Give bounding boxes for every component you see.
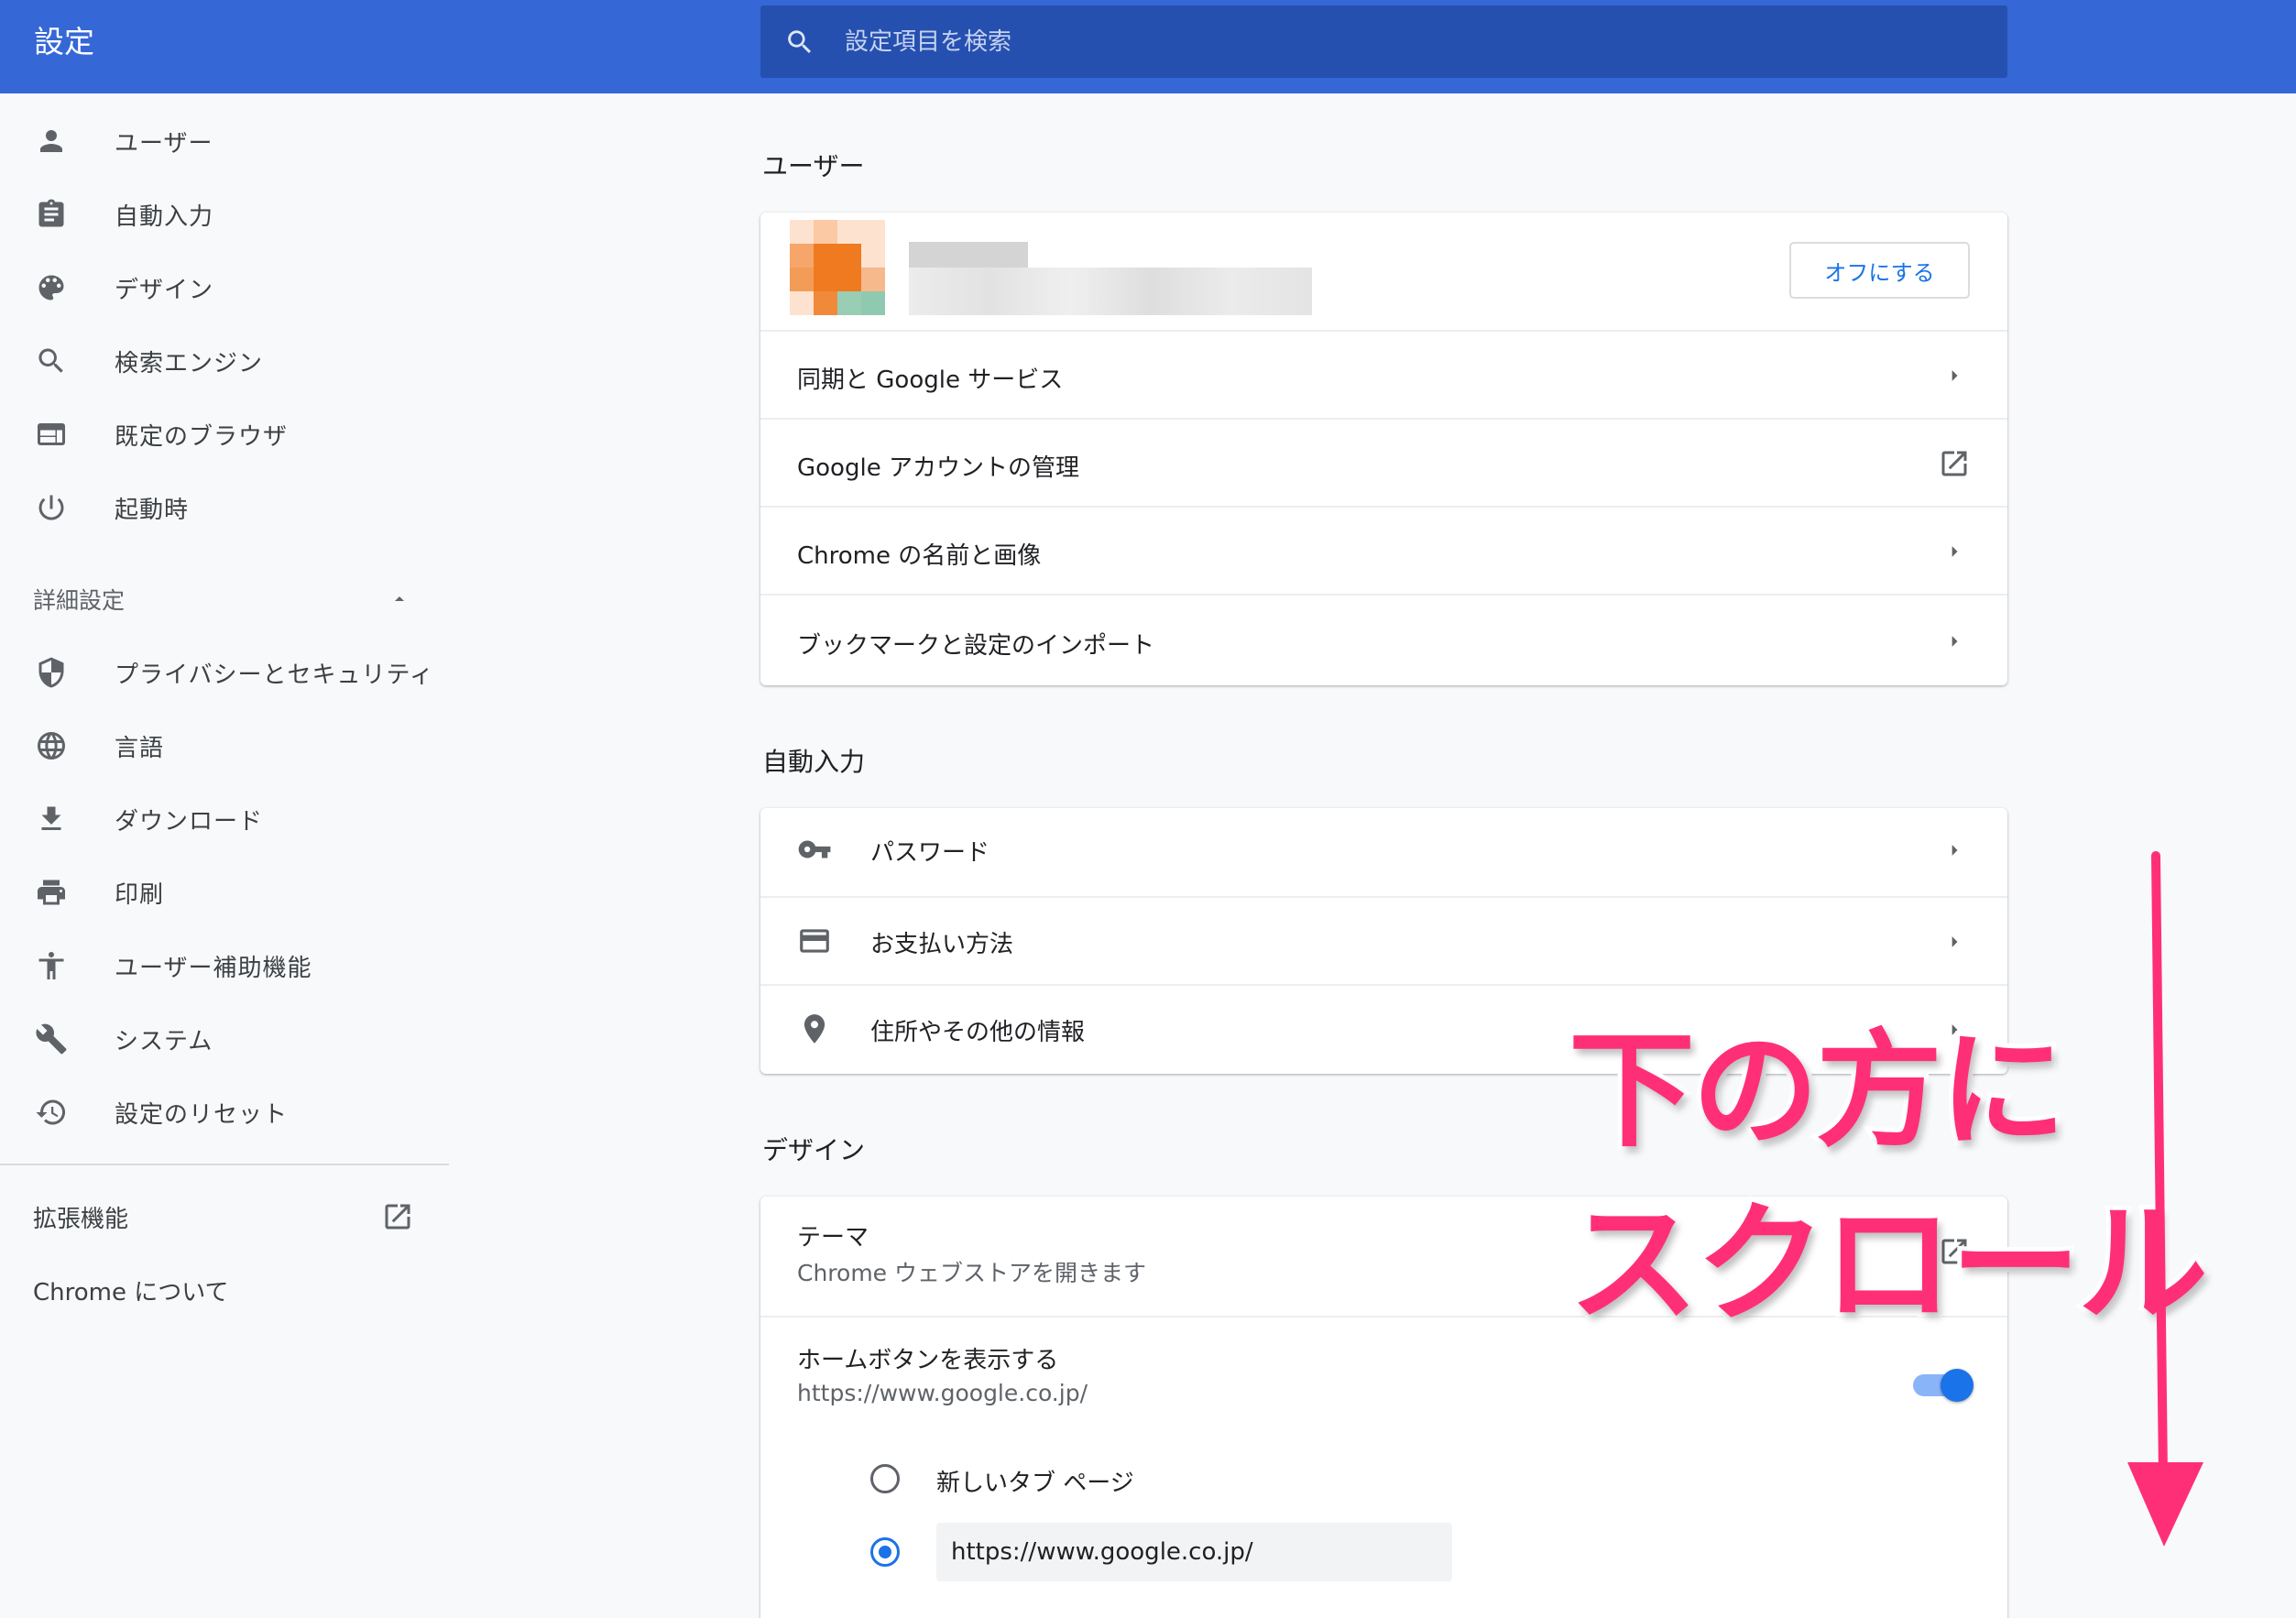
sidebar-item-search-engine[interactable]: 検索エンジン — [0, 328, 449, 394]
key-icon — [798, 840, 831, 858]
row-label: お支払い方法 — [870, 931, 1014, 958]
sidebar-item-label: ダウンロード — [115, 807, 264, 836]
download-icon — [41, 806, 61, 830]
sidebar-item-downloads[interactable]: ダウンロード — [0, 786, 449, 852]
row-label: ブックマークと設定のインポート — [797, 632, 1155, 660]
open-in-new-icon — [385, 1204, 410, 1230]
toggle-knob — [1941, 1369, 1973, 1402]
section-title-autofill: 自動入力 — [762, 747, 866, 777]
row-passwords[interactable]: パスワード — [760, 808, 2007, 896]
user-card: オフにする 同期と Google サービス Google アカウントの管理 Ch… — [760, 213, 2007, 685]
arrow-right-icon — [1952, 845, 1958, 856]
palette-icon — [38, 275, 64, 301]
printer-icon — [38, 880, 65, 905]
globe-icon — [38, 732, 65, 760]
row-google-account[interactable]: Google アカウントの管理 — [760, 418, 2007, 508]
sidebar-item-label: 印刷 — [115, 880, 165, 909]
search-input[interactable] — [845, 5, 1981, 78]
sidebar-item-label: プライバシーとセキュリティ — [115, 661, 434, 689]
sidebar-item-label: システム — [115, 1027, 213, 1055]
row-label: Google アカウントの管理 — [797, 454, 1079, 482]
arrow-right-icon — [1952, 936, 1958, 947]
account-email-blurred — [909, 268, 1312, 315]
radio-new-tab[interactable] — [870, 1464, 900, 1493]
sidebar-item-label: 検索エンジン — [115, 349, 264, 377]
search-box[interactable] — [760, 5, 2007, 78]
person-icon — [40, 130, 62, 152]
sidebar-item-privacy[interactable]: プライバシーとセキュリティ — [0, 640, 449, 705]
row-sync-google-services[interactable]: 同期と Google サービス — [760, 330, 2007, 420]
extensions-label: 拡張機能 — [33, 1205, 129, 1233]
arrow-up-icon — [395, 596, 404, 601]
sidebar-divider — [0, 1164, 449, 1165]
browser-icon — [38, 423, 65, 445]
sidebar-item-label: 設定のリセット — [115, 1100, 289, 1129]
history-icon — [36, 1099, 66, 1125]
section-title-user: ユーザー — [762, 151, 865, 181]
about-label: Chrome について — [33, 1278, 229, 1306]
sidebar-item-accessibility[interactable]: ユーザー補助機能 — [0, 933, 449, 999]
row-import-bookmarks[interactable]: ブックマークと設定のインポート — [760, 594, 2007, 685]
sidebar-advanced-toggle[interactable]: 詳細設定 — [0, 566, 449, 632]
row-label: パスワード — [870, 839, 990, 867]
arrow-right-icon — [1952, 636, 1958, 647]
accessibility-icon — [38, 952, 64, 979]
radio-label: 新しいタブ ページ — [936, 1470, 1134, 1497]
sidebar: ユーザー 自動入力 デザイン 検索エンジン 既定のブラウザ 起動時 詳細設定 プ… — [0, 93, 449, 1618]
open-in-new-icon — [1941, 451, 1967, 476]
row-label: 住所やその他の情報 — [870, 1019, 1086, 1046]
row-home-button: ホームボタンを表示する https://www.google.co.jp/ 新し… — [760, 1316, 2007, 1618]
sidebar-item-label: 起動時 — [115, 496, 190, 524]
sidebar-item-label: デザイン — [115, 276, 214, 304]
avatar — [790, 220, 885, 315]
sidebar-item-reset[interactable]: 設定のリセット — [0, 1079, 449, 1145]
row-label: ホームボタンを表示する — [797, 1347, 1059, 1374]
section-title-design: デザイン — [762, 1135, 866, 1165]
arrow-right-icon — [1952, 370, 1958, 381]
sidebar-item-about[interactable]: Chrome について — [0, 1257, 449, 1323]
top-bar: 設定 — [0, 0, 2296, 93]
sidebar-item-label: 自動入力 — [115, 202, 214, 231]
radio-custom-url[interactable] — [870, 1537, 900, 1567]
account-name-blurred — [909, 242, 1028, 268]
sidebar-item-autofill[interactable]: 自動入力 — [0, 181, 449, 247]
row-label: テーマ — [797, 1224, 869, 1252]
home-url-input[interactable] — [936, 1523, 1452, 1581]
advanced-label: 詳細設定 — [33, 587, 126, 614]
sidebar-item-system[interactable]: システム — [0, 1006, 449, 1072]
sidebar-item-printing[interactable]: 印刷 — [0, 859, 449, 925]
search-icon — [788, 30, 812, 54]
overlay-text-line2: スクロール — [1564, 1189, 2213, 1340]
sidebar-item-extensions[interactable]: 拡張機能 — [0, 1184, 449, 1250]
row-sublabel: https://www.google.co.jp/ — [797, 1380, 1088, 1406]
sidebar-item-startup[interactable]: 起動時 — [0, 475, 449, 541]
sidebar-item-language[interactable]: 言語 — [0, 713, 449, 779]
search-icon — [38, 348, 63, 373]
turn-off-sync-button[interactable]: オフにする — [1789, 242, 1970, 299]
overlay-text-line1: 下の方に — [1564, 1017, 2071, 1164]
row-label: Chrome の名前と画像 — [797, 542, 1042, 570]
sidebar-item-label: 言語 — [115, 734, 165, 762]
page-title: 設定 — [34, 24, 94, 60]
clipboard-icon — [38, 199, 64, 227]
row-sublabel: Chrome ウェブストアを開きます — [797, 1260, 1147, 1286]
sidebar-item-label: ユーザー — [115, 129, 213, 158]
sidebar-item-default-browser[interactable]: 既定のブラウザ — [0, 401, 449, 467]
scroll-down-arrow-icon — [2127, 851, 2203, 1547]
sidebar-item-label: 既定のブラウザ — [115, 422, 289, 451]
row-chrome-name-image[interactable]: Chrome の名前と画像 — [760, 506, 2007, 596]
arrow-right-icon — [1952, 546, 1958, 557]
row-label: 同期と Google サービス — [797, 366, 1064, 394]
sidebar-item-design[interactable]: デザイン — [0, 255, 449, 321]
row-payment-methods[interactable]: お支払い方法 — [760, 896, 2007, 986]
power-icon — [38, 495, 64, 520]
credit-card-icon — [800, 929, 829, 953]
shield-icon — [38, 657, 64, 688]
wrench-icon — [36, 1023, 67, 1055]
sidebar-item-label: ユーザー補助機能 — [115, 954, 312, 982]
sidebar-item-user[interactable]: ユーザー — [0, 108, 449, 174]
location-pin-icon — [804, 1014, 825, 1044]
